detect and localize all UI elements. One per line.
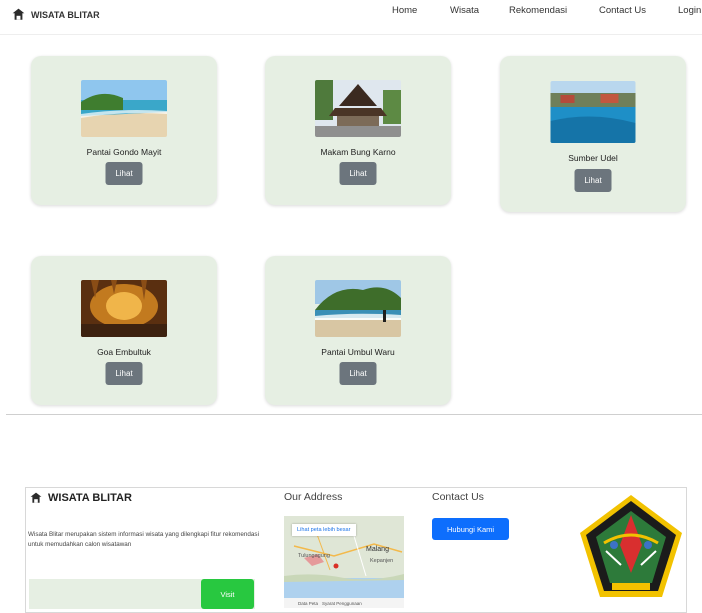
cave-photo — [81, 280, 167, 337]
map-label: Malang — [366, 546, 389, 553]
card-pantai-gondo-mayit: Pantai Gondo Mayit Lihat — [31, 56, 217, 205]
card-title: Pantai Umbul Waru — [321, 347, 395, 357]
card-title: Goa Embultuk — [97, 347, 151, 357]
card-sumber-udel: Sumber Udel Lihat — [500, 56, 686, 212]
lihat-button[interactable]: Lihat — [339, 162, 377, 185]
lihat-button[interactable]: Lihat — [574, 169, 612, 192]
footer-brand-text: WISATA BLITAR — [48, 492, 132, 504]
navbar: WISATA BLITAR Home Wisata Rekomendasi Co… — [0, 0, 702, 35]
address-map[interactable]: Lihat peta lebih besar Malang Tulungagun… — [284, 516, 404, 608]
navbar-brand-text: WISATA BLITAR — [31, 9, 100, 20]
pool-photo — [550, 81, 636, 143]
address-heading: Our Address — [284, 491, 343, 503]
footer-description: Wisata Blitar merupakan sistem informasi… — [28, 531, 259, 548]
map-attribution: Data Peta Syarat Penggunaan — [284, 598, 404, 608]
card-title: Pantai Gondo Mayit — [86, 147, 162, 157]
temple-icon — [30, 492, 42, 503]
nav-link-contact-us[interactable]: Contact Us — [599, 5, 646, 16]
map-label: Tulungagung — [298, 553, 330, 559]
pavilion-photo — [315, 80, 401, 137]
nav-link-home[interactable]: Home — [392, 5, 417, 16]
nav-link-login[interactable]: Login — [678, 5, 701, 16]
hubungi-kami-button[interactable]: Hubungi Kami — [432, 518, 509, 540]
footer: WISATA BLITAR Wisata Blitar merupakan si… — [25, 487, 687, 613]
navbar-brand[interactable]: WISATA BLITAR — [12, 8, 100, 21]
card-title: Makam Bung Karno — [320, 147, 396, 157]
section-divider — [6, 414, 702, 415]
footer-brand: WISATA BLITAR — [30, 492, 132, 504]
lihat-button[interactable]: Lihat — [105, 162, 143, 185]
map-larger-link[interactable]: Lihat peta lebih besar — [292, 524, 356, 536]
nav-link-rekomendasi[interactable]: Rekomendasi — [509, 5, 567, 16]
map-terms-link[interactable]: Syarat Penggunaan — [322, 601, 362, 606]
lihat-button[interactable]: Lihat — [105, 362, 143, 385]
temple-icon — [12, 8, 25, 20]
map-data-link[interactable]: Data Peta — [298, 601, 318, 606]
card-makam-bung-karno: Makam Bung Karno Lihat — [265, 56, 451, 205]
card-goa-embultuk: Goa Embultuk Lihat — [31, 256, 217, 405]
map-label: Kepanjen — [370, 558, 394, 564]
kabupaten-blitar-emblem-icon — [580, 495, 682, 597]
beach-cliff-photo — [315, 280, 401, 337]
lihat-button[interactable]: Lihat — [339, 362, 377, 385]
card-title: Sumber Udel — [568, 153, 618, 163]
contact-heading: Contact Us — [432, 491, 484, 503]
card-pantai-umbul-waru: Pantai Umbul Waru Lihat — [265, 256, 451, 405]
nav-link-wisata[interactable]: Wisata — [450, 5, 479, 16]
beach-photo — [81, 80, 167, 137]
visit-button[interactable]: Visit — [201, 579, 254, 609]
